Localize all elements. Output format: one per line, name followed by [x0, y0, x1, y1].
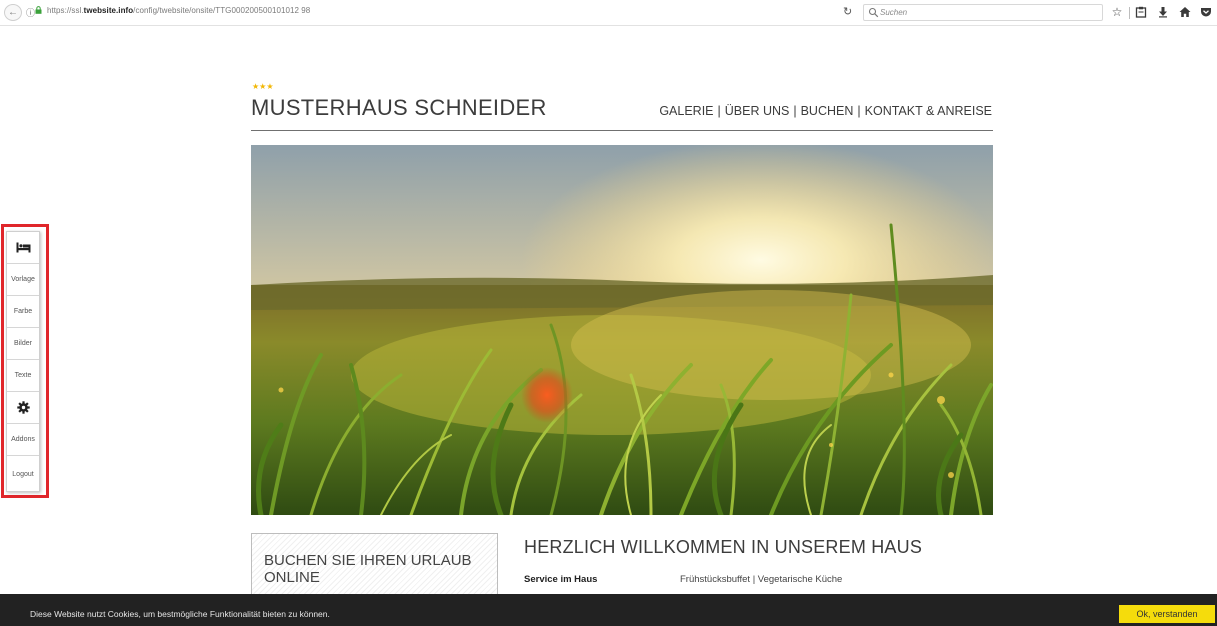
main-navigation: GALERIE | ÜBER UNS | BUCHEN | KONTAKT & ANREIS… — [659, 104, 992, 118]
service-label: Service im Haus — [524, 574, 598, 585]
bed-icon — [16, 242, 30, 253]
url-path: /config/twebsite/onsite/TTG0002005001010… — [133, 6, 311, 15]
nav-separator: | — [857, 104, 861, 118]
nav-kontakt-anreise[interactable]: KONTAKT & ANREISE — [865, 104, 992, 118]
side-item-label: Texte — [14, 372, 32, 379]
booking-widget[interactable]: BUCHEN SIE IHREN URLAUB ONLINE — [251, 533, 498, 603]
header-divider — [251, 130, 993, 131]
service-value: Frühstücksbuffet | Vegetarische Küche — [680, 574, 843, 585]
side-item-label: Addons — [11, 436, 35, 443]
toolbar-divider — [1129, 7, 1130, 19]
cookie-message: Diese Website nutzt Cookies, um bestmögl… — [30, 609, 330, 619]
search-icon — [868, 7, 879, 18]
nav-galerie[interactable]: GALERIE — [659, 104, 713, 118]
side-item-label: Farbe — [13, 308, 33, 315]
bookmark-star-icon[interactable]: ☆ — [1110, 5, 1124, 19]
search-input[interactable] — [880, 6, 1095, 19]
hero-image — [251, 145, 993, 515]
editor-side-toolbar: Vorlage Farbe Bilder Texte Addons Logout — [6, 231, 40, 492]
nav-buchen[interactable]: BUCHEN — [801, 104, 854, 118]
side-item-label: Vorlage — [11, 276, 35, 283]
address-bar[interactable]: https://ssl.twebsite.info/config/twebsit… — [47, 6, 310, 15]
search-box[interactable] — [863, 4, 1103, 21]
side-item-vorlage[interactable]: Vorlage — [7, 264, 39, 296]
url-domain: twebsite.info — [83, 6, 134, 15]
info-icon[interactable]: ⓘ — [26, 6, 35, 19]
download-icon[interactable] — [1156, 5, 1170, 19]
booking-title: BUCHEN SIE IHREN URLAUB ONLINE — [264, 552, 472, 586]
side-item-logout[interactable]: Logout — [7, 456, 39, 492]
settings-button[interactable] — [7, 392, 39, 424]
browser-toolbar: ← ⓘ https://ssl.twebsite.info/config/twe… — [0, 0, 1217, 26]
gear-icon — [16, 401, 30, 414]
side-item-bilder[interactable]: Bilder — [7, 328, 39, 360]
home-icon[interactable] — [1178, 5, 1192, 19]
pocket-icon[interactable] — [1199, 5, 1213, 19]
cookie-banner: Diese Website nutzt Cookies, um bestmögl… — [0, 594, 1217, 626]
nav-separator: | — [793, 104, 797, 118]
side-item-label: Logout — [12, 470, 34, 478]
url-prefix: https://ssl. — [47, 6, 84, 15]
nav-ueber-uns[interactable]: ÜBER UNS — [725, 104, 790, 118]
cookie-accept-button[interactable]: Ok, verstanden — [1119, 605, 1215, 623]
welcome-heading: HERZLICH WILLKOMMEN IN UNSEREM HAUS — [524, 537, 923, 557]
reading-list-icon[interactable] — [1134, 5, 1148, 19]
side-item-texte[interactable]: Texte — [7, 360, 39, 392]
star-rating: ★★★ — [252, 82, 274, 91]
back-icon[interactable]: ← — [4, 4, 22, 21]
nav-separator: | — [717, 104, 721, 118]
booking-button[interactable] — [7, 232, 39, 264]
side-item-farbe[interactable]: Farbe — [7, 296, 39, 328]
site-title[interactable]: MUSTERHAUS SCHNEIDER — [251, 95, 547, 121]
side-item-addons[interactable]: Addons — [7, 424, 39, 456]
side-item-label: Bilder — [14, 340, 32, 347]
reload-icon[interactable]: ↻ — [843, 5, 852, 18]
lock-icon — [35, 6, 42, 14]
